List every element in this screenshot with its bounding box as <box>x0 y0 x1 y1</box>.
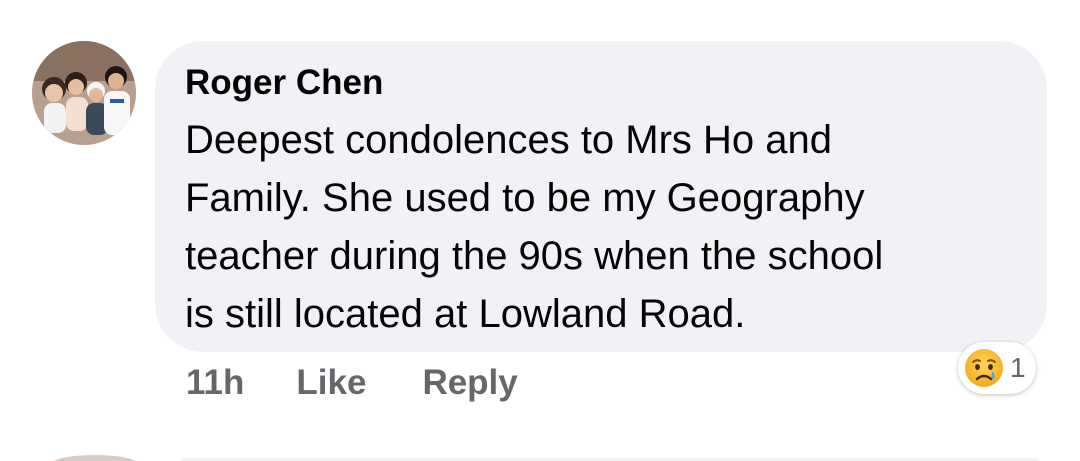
like-button[interactable]: Like <box>296 363 366 403</box>
avatar-photo <box>32 41 136 145</box>
avatar[interactable] <box>32 41 136 145</box>
next-comment-avatar-partial <box>50 455 140 461</box>
reaction-count: 1 <box>1010 352 1026 383</box>
comment-bubble: Roger Chen Deepest condolences to Mrs Ho… <box>155 41 1047 352</box>
reply-button[interactable]: Reply <box>422 363 517 403</box>
sad-face-icon <box>965 349 1003 387</box>
comment-author[interactable]: Roger Chen <box>185 61 1017 105</box>
comment-timestamp[interactable]: 11h <box>186 363 244 403</box>
comment-actions: 11h Like Reply <box>186 360 518 406</box>
comment: Roger Chen Deepest condolences to Mrs Ho… <box>0 0 1080 461</box>
reaction-summary[interactable]: 1 <box>958 342 1036 394</box>
comment-text: Deepest condolences to Mrs Ho and Family… <box>185 118 884 336</box>
